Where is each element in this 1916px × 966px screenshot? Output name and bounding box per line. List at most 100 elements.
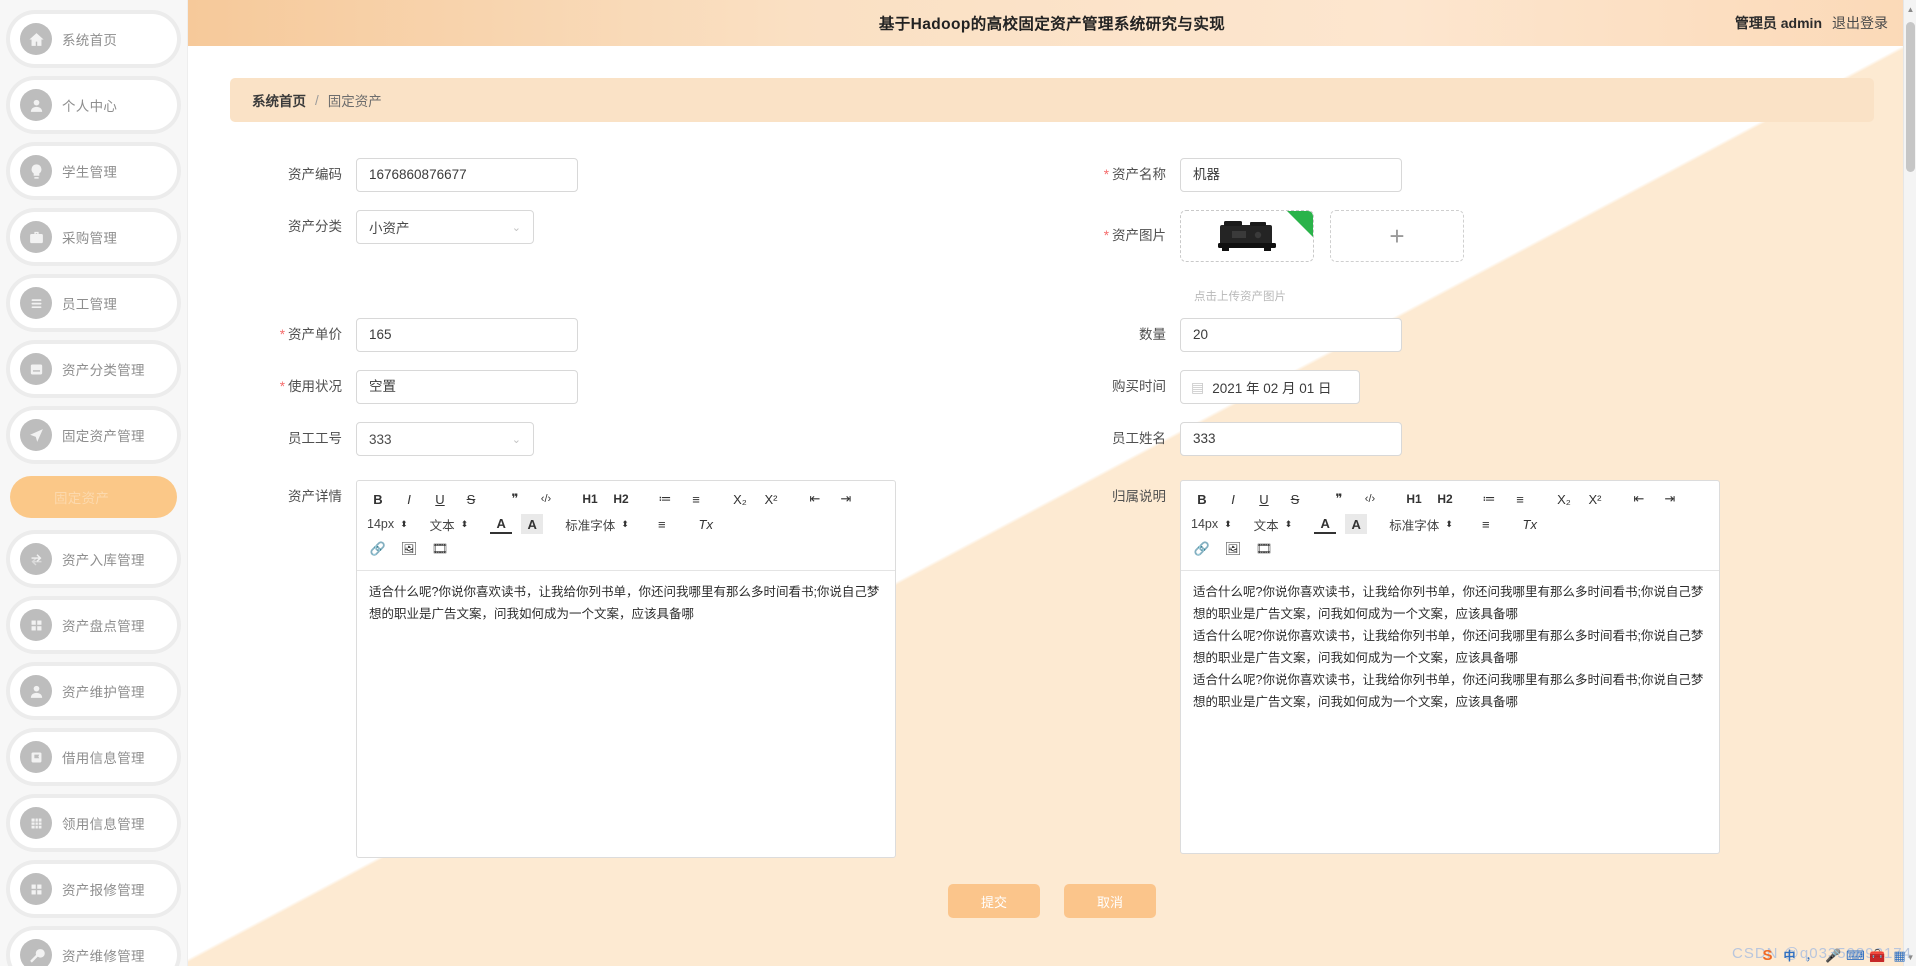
- uploaded-image-thumbnail[interactable]: [1180, 210, 1314, 262]
- font-family-select[interactable]: 标准字体 ⬍: [1389, 515, 1453, 534]
- indent-icon[interactable]: ⇥: [1659, 489, 1681, 509]
- logout-button[interactable]: 退出登录: [1832, 13, 1888, 33]
- asset-code-input[interactable]: 1676860876677: [356, 158, 578, 192]
- soft-keyboard-icon[interactable]: ⌨: [1846, 947, 1865, 964]
- sogou-logo-icon[interactable]: S: [1759, 947, 1776, 964]
- link-icon[interactable]: 🔗: [1191, 539, 1213, 559]
- app-root: 系统首页 个人中心 学生管理 采购管理 员工管理 资产分类管理 固定资产管理 固…: [0, 0, 1916, 966]
- sidebar-item-borrow-info[interactable]: 借用信息管理: [10, 732, 177, 782]
- wrench-icon: [20, 939, 52, 966]
- scrollbar-thumb[interactable]: [1906, 22, 1915, 172]
- form-col-left: 资产详情 B I U S ❞ ‹/› H1 H2 ≔ ≡ X₂ X² ⇤ ⇥ 1…: [228, 480, 1052, 876]
- underline-button[interactable]: U: [429, 489, 451, 509]
- blockquote-icon[interactable]: ❞: [1328, 489, 1350, 509]
- employee-name-input[interactable]: 333: [1180, 422, 1402, 456]
- asset-detail-editor[interactable]: B I U S ❞ ‹/› H1 H2 ≔ ≡ X₂ X² ⇤ ⇥ 14px ⬍…: [356, 480, 896, 858]
- add-image-button[interactable]: +: [1330, 210, 1464, 262]
- superscript-button[interactable]: X²: [760, 489, 782, 509]
- sidebar-item-fixed-asset[interactable]: 固定资产: [10, 476, 177, 518]
- code-icon[interactable]: ‹/›: [535, 489, 557, 509]
- outdent-icon[interactable]: ⇤: [804, 489, 826, 509]
- heading2-button[interactable]: H2: [1434, 489, 1456, 509]
- background-color-button[interactable]: A: [1345, 514, 1368, 534]
- clear-format-icon[interactable]: Tx: [1519, 514, 1541, 534]
- strikethrough-button[interactable]: S: [460, 489, 482, 509]
- bold-button[interactable]: B: [367, 489, 389, 509]
- cancel-button[interactable]: 取消: [1064, 884, 1156, 918]
- clear-format-icon[interactable]: Tx: [695, 514, 717, 534]
- outdent-icon[interactable]: ⇤: [1628, 489, 1650, 509]
- sidebar-item-purchase[interactable]: 采购管理: [10, 212, 177, 262]
- align-icon[interactable]: ≡: [651, 514, 673, 534]
- font-color-button[interactable]: A: [1314, 514, 1337, 534]
- heading1-button[interactable]: H1: [579, 489, 601, 509]
- scroll-up-arrow[interactable]: ▲: [1904, 2, 1916, 16]
- bold-button[interactable]: B: [1191, 489, 1213, 509]
- image-icon[interactable]: 🖼: [398, 539, 420, 559]
- sidebar-item-asset-repair-req[interactable]: 资产报修管理: [10, 864, 177, 914]
- sidebar-item-asset-inventory[interactable]: 资产盘点管理: [10, 600, 177, 650]
- asset-category-select[interactable]: 小资产 ⌄: [356, 210, 534, 244]
- ownership-note-editor[interactable]: B I U S ❞ ‹/› H1 H2 ≔ ≡ X₂ X² ⇤ ⇥ 14px ⬍…: [1180, 480, 1720, 854]
- usage-status-input[interactable]: 空置: [356, 370, 578, 404]
- field-label: 员工姓名: [1112, 431, 1166, 446]
- font-color-button[interactable]: A: [490, 514, 513, 534]
- superscript-button[interactable]: X²: [1584, 489, 1606, 509]
- sidebar-item-asset-category[interactable]: 资产分类管理: [10, 344, 177, 394]
- ownership-note-editor-body[interactable]: 适合什么呢?你说你喜欢读书，让我给你列书单，你还问我哪里有那么多时间看书;你说自…: [1181, 571, 1719, 853]
- indent-icon[interactable]: ⇥: [835, 489, 857, 509]
- asset-category-value: 小资产: [369, 221, 410, 236]
- subscript-button[interactable]: X₂: [1553, 489, 1575, 509]
- background-color-button[interactable]: A: [521, 514, 544, 534]
- unit-price-input[interactable]: 165: [356, 318, 578, 352]
- link-icon[interactable]: 🔗: [367, 539, 389, 559]
- punctuation-icon[interactable]: ，: [1803, 947, 1820, 964]
- asset-detail-editor-body[interactable]: 适合什么呢?你说你喜欢读书，让我给你列书单，你还问我哪里有那么多时间看书;你说自…: [357, 571, 895, 857]
- form-col-right: * 资产名称 机器: [1052, 158, 1876, 210]
- sidebar-item-home[interactable]: 系统首页: [10, 14, 177, 64]
- ordered-list-icon[interactable]: ≔: [1478, 489, 1500, 509]
- sidebar-item-receive-info[interactable]: 领用信息管理: [10, 798, 177, 848]
- purchase-time-input[interactable]: ▤ 2021 年 02 月 01 日: [1180, 370, 1360, 404]
- font-size-select[interactable]: 14px ⬍: [367, 517, 408, 531]
- sidebar-item-asset-repair[interactable]: 资产维修管理: [10, 930, 177, 966]
- font-family-select[interactable]: 标准字体 ⬍: [565, 515, 629, 534]
- heading1-button[interactable]: H1: [1403, 489, 1425, 509]
- stepper-icon: ⬍: [1224, 518, 1232, 529]
- employee-id-select[interactable]: 333 ⌄: [356, 422, 534, 456]
- italic-button[interactable]: I: [398, 489, 420, 509]
- subscript-button[interactable]: X₂: [729, 489, 751, 509]
- breadcrumb-home[interactable]: 系统首页: [252, 90, 306, 110]
- chinese-mode-icon[interactable]: 中: [1781, 947, 1798, 964]
- submit-button[interactable]: 提交: [948, 884, 1040, 918]
- image-icon[interactable]: 🖼: [1222, 539, 1244, 559]
- blockquote-icon[interactable]: ❞: [504, 489, 526, 509]
- sidebar-item-students[interactable]: 学生管理: [10, 146, 177, 196]
- heading2-button[interactable]: H2: [610, 489, 632, 509]
- asset-name-input[interactable]: 机器: [1180, 158, 1402, 192]
- sidebar-item-employees[interactable]: 员工管理: [10, 278, 177, 328]
- font-size-select[interactable]: 14px ⬍: [1191, 517, 1232, 531]
- sidebar-item-fixed-asset-mgmt[interactable]: 固定资产管理: [10, 410, 177, 460]
- menu-grid-icon[interactable]: ▦: [1891, 947, 1908, 964]
- sidebar-item-asset-maintain[interactable]: 资产维护管理: [10, 666, 177, 716]
- strikethrough-button[interactable]: S: [1284, 489, 1306, 509]
- voice-input-icon[interactable]: 🎤: [1825, 947, 1842, 964]
- underline-button[interactable]: U: [1253, 489, 1275, 509]
- code-icon[interactable]: ‹/›: [1359, 489, 1381, 509]
- vertical-scrollbar[interactable]: ▲ ▼: [1903, 0, 1916, 966]
- toolbox-icon[interactable]: 🧰: [1869, 947, 1886, 964]
- ime-toolbar[interactable]: S 中 ， 🎤 ⌨ 🧰 ▦: [1759, 947, 1908, 964]
- sidebar-item-asset-inbound[interactable]: 资产入库管理: [10, 534, 177, 584]
- quantity-input[interactable]: 20: [1180, 318, 1402, 352]
- italic-button[interactable]: I: [1222, 489, 1244, 509]
- video-icon[interactable]: 🎞: [1253, 539, 1275, 559]
- align-icon[interactable]: ≡: [1475, 514, 1497, 534]
- ordered-list-icon[interactable]: ≔: [654, 489, 676, 509]
- text-style-select[interactable]: 文本 ⬍: [430, 515, 469, 534]
- bullet-list-icon[interactable]: ≡: [685, 489, 707, 509]
- video-icon[interactable]: 🎞: [429, 539, 451, 559]
- text-style-select[interactable]: 文本 ⬍: [1254, 515, 1293, 534]
- bullet-list-icon[interactable]: ≡: [1509, 489, 1531, 509]
- sidebar-item-profile[interactable]: 个人中心: [10, 80, 177, 130]
